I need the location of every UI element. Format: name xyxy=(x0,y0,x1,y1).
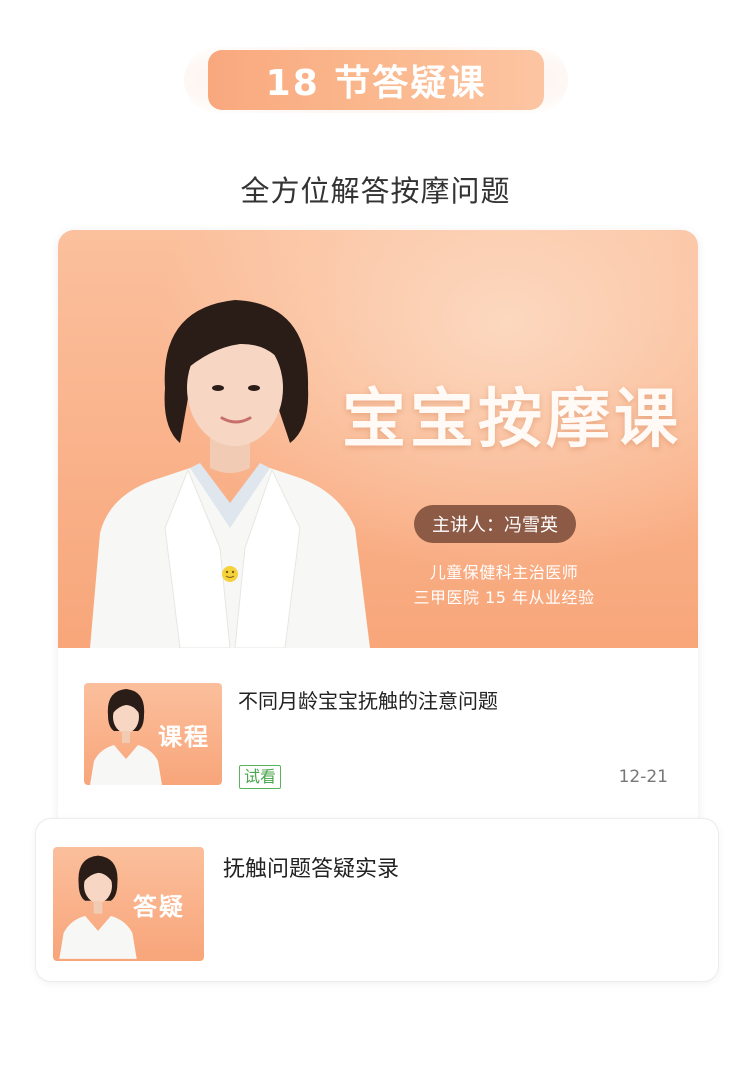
lesson-title[interactable]: 不同月龄宝宝抚触的注意问题 xyxy=(238,685,498,714)
lesson-thumbnail[interactable]: 课程 xyxy=(84,683,222,785)
qa-lesson-thumbnail[interactable]: 答疑 xyxy=(53,847,204,961)
course-page: 18 节答疑课 全方位解答按摩问题 宝宝按摩课 主讲人：冯雪英 儿童保健科主治医… xyxy=(0,0,751,1086)
lesson-thumbnail-label: 课程 xyxy=(158,723,210,751)
qa-count-badge-text: 18 节答疑课 xyxy=(265,63,487,104)
qa-lesson-card[interactable]: 答疑 抚触问题答疑实录 xyxy=(35,818,719,982)
course-title: 宝宝按摩课 xyxy=(342,383,682,457)
qa-count-badge: 18 节答疑课 xyxy=(208,50,544,110)
section-subtitle: 全方位解答按摩问题 xyxy=(240,174,511,208)
doctor-portrait xyxy=(90,300,370,648)
speaker-credential-title: 儿童保健科主治医师 xyxy=(429,563,579,582)
lesson-date: 12-21 xyxy=(618,767,668,787)
course-hero-banner[interactable]: 宝宝按摩课 主讲人：冯雪英 儿童保健科主治医师 三甲医院 15 年从业经验 xyxy=(58,230,698,648)
doctor-thumbnail-portrait xyxy=(59,855,137,959)
doctor-thumbnail-portrait xyxy=(90,689,162,785)
course-card[interactable]: 宝宝按摩课 主讲人：冯雪英 儿童保健科主治医师 三甲医院 15 年从业经验 课程… xyxy=(58,230,698,830)
qa-lesson-title[interactable]: 抚触问题答疑实录 xyxy=(223,851,399,883)
speaker-credential-experience: 三甲医院 15 年从业经验 xyxy=(413,588,595,607)
trial-preview-tag[interactable]: 试看 xyxy=(239,765,282,789)
speaker-badge: 主讲人：冯雪英 xyxy=(414,505,576,543)
qa-thumbnail-label: 答疑 xyxy=(133,893,185,921)
